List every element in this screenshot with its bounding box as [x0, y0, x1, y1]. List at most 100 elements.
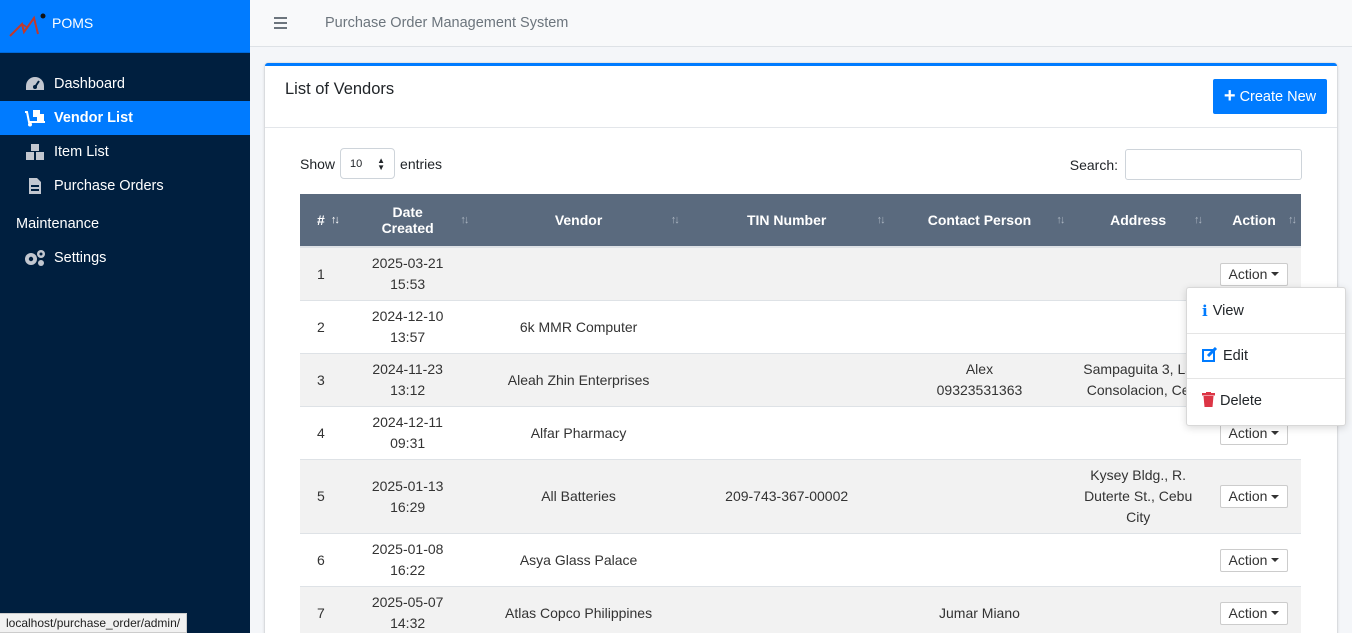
caret-down-icon: [1271, 558, 1280, 562]
action-dropdown-button[interactable]: Action: [1219, 548, 1289, 572]
cell-contact-person: [889, 300, 1070, 354]
page-length-select[interactable]: 10 ▲ ▼: [340, 148, 396, 179]
time-value: 15:53: [390, 276, 426, 292]
column-header-tin-number[interactable]: TIN Number ↑↓: [683, 194, 890, 248]
time-value: 14:32: [390, 615, 426, 632]
date-value: 2024-11-23: [372, 361, 443, 377]
action-dropdown-button[interactable]: Action: [1219, 601, 1289, 625]
cell-date-created: 2025-03-21 15:53: [341, 246, 474, 301]
cell-number: 7: [300, 586, 342, 633]
action-dropdown-button[interactable]: Action: [1219, 485, 1289, 508]
cell-contact-person: [889, 533, 1070, 587]
table-header-row: # ↑↓ Date Created ↑↓ Vendor ↑↓ TIN Number ↑↓…: [300, 194, 1301, 248]
date-value: 2024-12-11: [372, 414, 443, 430]
file-invoice-icon: [24, 177, 46, 195]
entries-label: entries: [400, 155, 443, 172]
sort-icon: ↑↓: [876, 214, 886, 226]
cell-contact-person: [889, 406, 1070, 460]
contact-name: Alex: [965, 361, 994, 377]
column-header-vendor[interactable]: Vendor ↑↓: [473, 194, 684, 248]
brand-link[interactable]: POMS: [0, 0, 250, 53]
cell-address: [1069, 586, 1207, 633]
cell-number: 6: [300, 533, 342, 587]
boxes-icon: [24, 143, 46, 161]
sort-icon: ↑↓: [1056, 214, 1065, 226]
address-line: Sampaguita 3, La: [1083, 361, 1194, 377]
sort-asc-icon: ↑↓: [330, 214, 340, 226]
edit-label: Edit: [1223, 348, 1248, 364]
hamburger-menu-icon[interactable]: [274, 17, 287, 29]
contact-name: Jumar Miano: [939, 604, 1020, 621]
sidebar-item-label: Vendor List: [54, 110, 133, 126]
cell-date-created: 2025-01-08 16:22: [341, 533, 474, 587]
time-value: 16:22: [390, 562, 426, 578]
date-value: 2025-05-07: [371, 594, 444, 611]
show-label: Show: [300, 155, 336, 172]
column-header-number[interactable]: # ↑↓: [300, 194, 342, 248]
column-header-contact-person[interactable]: Contact Person ↑↓: [889, 194, 1070, 248]
cell-tin-number: [683, 353, 890, 407]
delete-menu-item[interactable]: Delete: [1187, 378, 1345, 423]
brand-logo-icon: [8, 12, 48, 40]
sort-icon: ↑↓: [1193, 214, 1203, 226]
address-line: Duterte St., Cebu: [1084, 488, 1193, 504]
cell-vendor: Aleah Zhin Enterprises: [473, 353, 684, 407]
create-new-button[interactable]: + Create New: [1213, 79, 1327, 114]
cell-action: Action: [1206, 533, 1301, 587]
table-row: 22024-12-1013:576k MMR ComputerAction: [300, 300, 1301, 354]
cell-number: 3: [300, 353, 342, 407]
date-value: 2025-01-08: [371, 541, 444, 557]
cell-date-created: 2025-01-13 16:29: [341, 459, 474, 534]
edit-icon: [1202, 346, 1218, 366]
column-header-address[interactable]: Address ↑↓: [1069, 194, 1207, 248]
action-label: Action: [1228, 265, 1268, 282]
address-line: Consolacion, Ce: [1086, 382, 1190, 398]
search-control: Search:: [1070, 149, 1302, 180]
sidebar-nav: Dashboard Vendor List Item List Purchase…: [0, 53, 250, 275]
cell-action: Action: [1206, 459, 1301, 534]
sort-icon: ↑↓: [670, 214, 680, 226]
plus-icon: +: [1223, 84, 1236, 107]
cell-number: 5: [300, 459, 342, 534]
sidebar-item-item-list[interactable]: Item List: [0, 135, 250, 169]
time-value: 13:57: [390, 329, 426, 345]
select-arrows-icon: ▲ ▼: [377, 156, 386, 172]
sidebar-item-purchase-orders[interactable]: Purchase Orders: [0, 169, 250, 203]
cell-address: Kysey Bldg., R. Duterte St., Cebu City: [1069, 459, 1207, 534]
address-line: Kysey Bldg., R.: [1090, 467, 1186, 483]
action-dropdown-menu: i View Edit Delete: [1186, 287, 1346, 426]
contact-phone: 09323531363: [936, 382, 1023, 398]
cell-vendor: All Batteries: [473, 459, 684, 534]
cell-contact-person: [889, 246, 1070, 301]
sidebar-item-settings[interactable]: Settings: [0, 241, 250, 275]
card-header: List of Vendors + Create New: [265, 66, 1337, 128]
caret-down-icon: [1271, 272, 1280, 276]
search-input[interactable]: [1125, 149, 1302, 180]
date-value: 2024-12-10: [371, 308, 444, 324]
info-icon: i: [1202, 301, 1208, 320]
cell-tin-number: [683, 406, 890, 460]
table-controls: Show 10 ▲ ▼ entries Search:: [300, 146, 1302, 180]
edit-menu-item[interactable]: Edit: [1187, 333, 1345, 378]
action-dropdown-button[interactable]: Action: [1219, 262, 1289, 286]
column-header-date-created[interactable]: Date Created ↑↓: [341, 194, 474, 248]
action-label: Action: [1228, 488, 1268, 504]
truck-loading-icon: [24, 109, 46, 127]
table-row: 7 2025-05-07 14:32 Atlas Copco Philippines J…: [300, 586, 1301, 633]
cell-contact-person: [889, 459, 1070, 534]
page-length-control: Show 10 ▲ ▼ entries: [300, 148, 442, 179]
view-menu-item[interactable]: i View: [1187, 288, 1345, 333]
cell-vendor: Atlas Copco Philippines: [473, 586, 684, 633]
sidebar-item-dashboard[interactable]: Dashboard: [0, 67, 250, 101]
sidebar-item-vendor-list[interactable]: Vendor List: [0, 101, 250, 135]
vendor-table: # ↑↓ Date Created ↑↓ Vendor ↑↓ TIN Number ↑↓…: [300, 194, 1301, 633]
cell-address: [1069, 533, 1207, 587]
cell-date-created: 2024-11-23 13:12: [341, 353, 474, 407]
action-label: Action: [1228, 551, 1268, 568]
trash-icon: [1202, 391, 1215, 411]
column-header-action[interactable]: Action ↑↓: [1206, 194, 1301, 248]
cell-number: 2: [300, 300, 342, 354]
time-value: 09:31: [390, 435, 426, 451]
date-value: 2025-01-13: [371, 477, 444, 494]
cell-vendor: Alfar Pharmacy: [473, 406, 684, 460]
